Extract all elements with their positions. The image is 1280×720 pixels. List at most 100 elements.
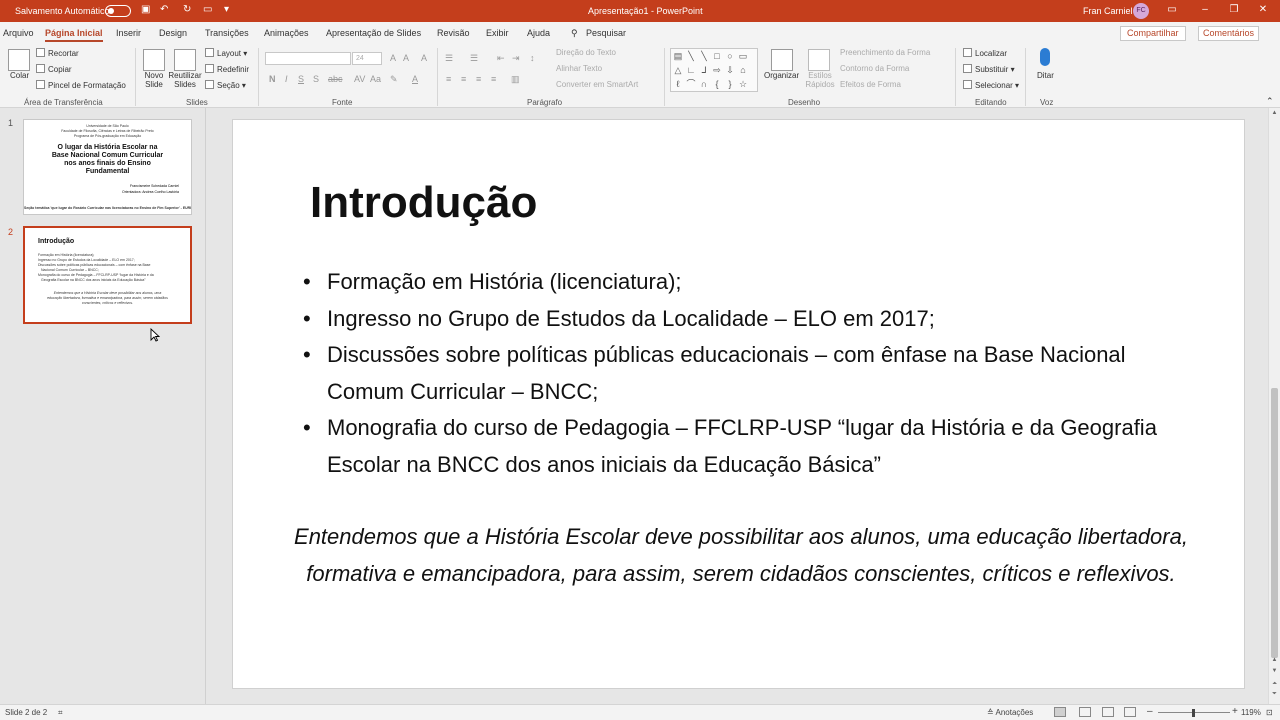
tab-animacoes[interactable]: Animações bbox=[264, 28, 309, 38]
slide-canvas[interactable]: Introdução • Formação em História (licenc… bbox=[232, 119, 1245, 689]
increase-indent-icon[interactable]: ⇥ bbox=[512, 53, 520, 64]
shape-outline-button[interactable]: Contorno da Forma bbox=[840, 64, 909, 73]
vertical-scrollbar[interactable]: ▲ ▲ ▼ ⏶ ⏷ bbox=[1268, 108, 1280, 704]
shape-star-icon[interactable]: ☆ bbox=[738, 79, 748, 89]
bullets-icon[interactable]: ☰ bbox=[445, 53, 453, 64]
shape-line-icon[interactable]: ╲ bbox=[686, 51, 696, 61]
tab-inserir[interactable]: Inserir bbox=[116, 28, 141, 38]
select-button[interactable]: Selecionar ▾ bbox=[963, 80, 1019, 90]
shrink-font-icon[interactable]: A bbox=[403, 53, 409, 63]
minimize-icon[interactable]: – bbox=[1198, 4, 1212, 15]
tab-pesquisar[interactable]: Pesquisar bbox=[586, 28, 626, 38]
shape-elbow-icon[interactable]: ∟ bbox=[686, 65, 696, 75]
share-button[interactable]: Compartilhar bbox=[1120, 26, 1186, 41]
line-spacing-icon[interactable]: ↕ bbox=[530, 53, 535, 63]
text-direction-button[interactable]: Direção do Texto bbox=[556, 48, 616, 57]
decrease-indent-icon[interactable]: ⇤ bbox=[497, 53, 505, 64]
slide-title[interactable]: Introdução bbox=[310, 178, 537, 228]
paste-icon[interactable] bbox=[8, 49, 30, 71]
shape-curve-icon[interactable]: ℓ bbox=[673, 79, 683, 89]
tab-exibir[interactable]: Exibir bbox=[486, 28, 509, 38]
shape-oval-icon[interactable]: ○ bbox=[725, 51, 735, 61]
find-button[interactable]: Localizar bbox=[963, 48, 1007, 58]
slide-bullet-list[interactable]: • Formação em História (licenciatura); • I… bbox=[303, 264, 1203, 483]
layout-button[interactable]: Layout ▾ bbox=[205, 48, 247, 58]
zoom-level[interactable]: 119% bbox=[1241, 708, 1261, 717]
comments-button[interactable]: Comentários bbox=[1198, 26, 1260, 41]
tab-arquivo[interactable]: Arquivo bbox=[3, 28, 34, 38]
shape-brace-right-icon[interactable]: } bbox=[725, 79, 735, 89]
avatar[interactable]: FC bbox=[1133, 3, 1149, 19]
dictate-button[interactable]: Ditar bbox=[1037, 71, 1054, 80]
zoom-slider-thumb[interactable] bbox=[1192, 709, 1195, 717]
underline-button[interactable]: S bbox=[298, 74, 304, 84]
customize-toolbar-icon[interactable]: ▾ bbox=[224, 4, 229, 15]
scroll-up-icon[interactable]: ▲ bbox=[1269, 110, 1280, 116]
align-text-button[interactable]: Alinhar Texto bbox=[556, 64, 602, 73]
zoom-out-icon[interactable]: – bbox=[1147, 706, 1153, 717]
align-left-icon[interactable]: ≡ bbox=[446, 74, 451, 84]
format-painter-button[interactable]: Pincel de Formatação bbox=[36, 80, 126, 90]
shape-fill-button[interactable]: Preenchimento da Forma bbox=[840, 48, 930, 57]
clear-format-icon[interactable]: A bbox=[421, 53, 427, 63]
shape-callout-icon[interactable]: ⌂ bbox=[738, 65, 748, 75]
align-center-icon[interactable]: ≡ bbox=[461, 74, 466, 84]
font-name-box[interactable] bbox=[265, 52, 351, 65]
notes-button[interactable]: ≙ Anotações bbox=[987, 708, 1033, 717]
bullet-item[interactable]: • Ingresso no Grupo de Estudos da Localid… bbox=[303, 301, 1203, 338]
search-icon[interactable]: ⚲ bbox=[571, 28, 578, 39]
prev-slide-icon[interactable]: ⏶ bbox=[1269, 681, 1280, 688]
fit-slide-icon[interactable]: ⊡ bbox=[1266, 708, 1273, 717]
shapes-gallery[interactable]: ▤ ╲ ╲ □ ○ ▭ △ ∟ ᒧ ⇨ ⇩ ⌂ ℓ ⌒ ∩ { } ☆ bbox=[670, 48, 758, 92]
strike-icon[interactable]: abc bbox=[328, 74, 343, 84]
shape-arrow-icon[interactable]: ⇨ bbox=[712, 65, 722, 75]
cut-button[interactable]: Recortar bbox=[36, 48, 79, 58]
new-slide-icon[interactable] bbox=[143, 49, 165, 71]
font-size-box[interactable]: 24 bbox=[352, 52, 382, 65]
bullet-item[interactable]: • Monografia do curso de Pedagogia – FFCL… bbox=[303, 410, 1203, 483]
shape-down-arrow-icon[interactable]: ⇩ bbox=[725, 65, 735, 75]
slideshow-icon[interactable] bbox=[1124, 707, 1136, 717]
align-right-icon[interactable]: ≡ bbox=[476, 74, 481, 84]
normal-view-icon[interactable] bbox=[1054, 707, 1066, 717]
scroll-down-icon[interactable]: ▼ bbox=[1269, 668, 1280, 674]
justify-icon[interactable]: ≡ bbox=[491, 74, 496, 84]
present-icon[interactable]: ▭ bbox=[203, 4, 212, 15]
replace-button[interactable]: Substituir ▾ bbox=[963, 64, 1015, 74]
bullet-item[interactable]: • Formação em História (licenciatura); bbox=[303, 264, 1203, 301]
slide-sorter-icon[interactable] bbox=[1079, 707, 1091, 717]
save-icon[interactable]: ▣ bbox=[141, 4, 150, 15]
case-icon[interactable]: Aa bbox=[370, 74, 381, 84]
shape-arc-icon[interactable]: ⌒ bbox=[686, 79, 696, 89]
tab-design[interactable]: Design bbox=[159, 28, 187, 38]
section-button[interactable]: Seção ▾ bbox=[205, 80, 246, 90]
tab-ajuda[interactable]: Ajuda bbox=[527, 28, 550, 38]
redo-icon[interactable]: ↻ bbox=[183, 4, 191, 15]
close-icon[interactable]: ✕ bbox=[1256, 4, 1270, 15]
collapse-ribbon-icon[interactable]: ⌃ bbox=[1266, 96, 1274, 107]
slide-thumbnail-1[interactable]: Universidade de São Paulo Faculdade de F… bbox=[23, 119, 192, 215]
ribbon-display-icon[interactable]: ▭ bbox=[1165, 4, 1179, 15]
undo-icon[interactable]: ↶ bbox=[160, 4, 168, 15]
columns-icon[interactable]: ▥ bbox=[511, 74, 520, 85]
arrange-button[interactable]: Organizar bbox=[764, 71, 799, 80]
restore-icon[interactable]: ❐ bbox=[1227, 4, 1241, 15]
scroll-up-icon[interactable]: ▲ bbox=[1269, 657, 1280, 663]
highlight-icon[interactable]: ✎ bbox=[390, 74, 398, 85]
shape-triangle-icon[interactable]: △ bbox=[673, 65, 683, 75]
shape-roundrect-icon[interactable]: ▭ bbox=[738, 51, 748, 61]
accessibility-icon[interactable]: ⌗ bbox=[58, 708, 63, 718]
reuse-slides-icon[interactable] bbox=[174, 49, 196, 71]
reuse-slides-button[interactable]: Reutilizar Slides bbox=[168, 71, 202, 89]
spacing-icon[interactable]: AV bbox=[354, 74, 365, 84]
zoom-in-icon[interactable]: + bbox=[1232, 706, 1238, 717]
tab-revisao[interactable]: Revisão bbox=[437, 28, 470, 38]
bold-button[interactable]: N bbox=[269, 74, 276, 84]
grow-font-icon[interactable]: A bbox=[390, 53, 396, 63]
shape-rect-icon[interactable]: □ bbox=[712, 51, 722, 61]
bullet-item[interactable]: • Discussões sobre políticas públicas edu… bbox=[303, 337, 1203, 410]
shape-brace-left-icon[interactable]: { bbox=[712, 79, 722, 89]
font-color-icon[interactable]: A bbox=[412, 74, 418, 84]
next-slide-icon[interactable]: ⏷ bbox=[1269, 691, 1280, 698]
microphone-icon[interactable] bbox=[1040, 48, 1050, 66]
